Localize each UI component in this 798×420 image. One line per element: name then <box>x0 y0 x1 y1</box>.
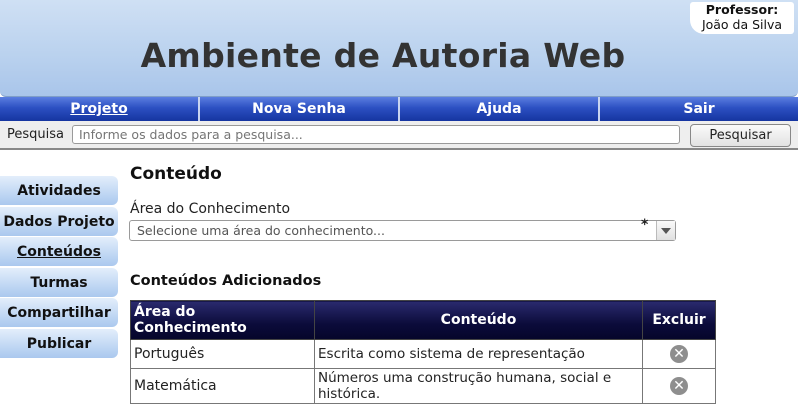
search-input[interactable] <box>72 125 680 144</box>
cell-content: Escrita como sistema de representação <box>314 339 643 369</box>
app-header: Ambiente de Autoria Web Professor: João … <box>0 0 798 97</box>
cell-area: Português <box>130 339 315 369</box>
column-header-content: Conteúdo <box>314 300 643 340</box>
table-row: Português Escrita como sistema de repres… <box>130 339 716 369</box>
sidebar-item-turmas[interactable]: Turmas <box>0 267 118 297</box>
cell-content: Números uma construção humana, social e … <box>314 368 643 404</box>
cell-area: Matemática <box>130 368 315 404</box>
column-header-area: Área do Conhecimento <box>130 300 315 340</box>
nav-item-nova-senha[interactable]: Nova Senha <box>200 97 400 121</box>
main-nav: Projeto Nova Senha Ajuda Sair <box>0 97 798 121</box>
search-label: Pesquisa <box>7 127 64 142</box>
section-title: Conteúdos Adicionados <box>130 273 322 289</box>
nav-item-sair[interactable]: Sair <box>600 97 798 121</box>
nav-item-projeto[interactable]: Projeto <box>0 97 200 121</box>
contents-table: Área do Conhecimento Conteúdo Excluir Po… <box>130 300 716 404</box>
professor-badge: Professor: João da Silva <box>690 2 794 34</box>
table-row: Matemática Números uma construção humana… <box>130 368 716 404</box>
area-select-value: Selecione uma área do conhecimento... <box>137 223 385 238</box>
page-title: Conteúdo <box>130 164 222 184</box>
required-marker: * <box>641 217 649 233</box>
sidebar-item-conteudos[interactable]: Conteúdos <box>0 237 118 267</box>
search-bar: Pesquisa Pesquisar <box>0 121 798 150</box>
nav-item-ajuda[interactable]: Ajuda <box>400 97 600 121</box>
search-button[interactable]: Pesquisar <box>690 124 791 147</box>
delete-icon[interactable]: ✕ <box>670 377 688 395</box>
column-header-delete: Excluir <box>642 300 716 340</box>
app-title: Ambiente de Autoria Web <box>140 36 626 75</box>
sidebar-item-atividades[interactable]: Atividades <box>0 176 118 205</box>
professor-label: Professor: <box>705 2 779 17</box>
area-field-label: Área do Conhecimento <box>130 201 291 217</box>
table-header-row: Área do Conhecimento Conteúdo Excluir <box>130 300 716 340</box>
cell-delete: ✕ <box>642 339 716 369</box>
sidebar-item-compartilhar[interactable]: Compartilhar <box>0 298 118 328</box>
area-select[interactable]: Selecione uma área do conhecimento... * <box>129 217 676 241</box>
sidebar-item-dados-projeto[interactable]: Dados Projeto <box>0 206 118 236</box>
professor-name: João da Silva <box>701 17 783 32</box>
sidebar-item-publicar[interactable]: Publicar <box>0 328 118 358</box>
sidebar: Atividades Dados Projeto Conteúdos Turma… <box>0 176 120 360</box>
delete-icon[interactable]: ✕ <box>670 345 688 363</box>
cell-delete: ✕ <box>642 368 716 404</box>
chevron-down-icon[interactable] <box>656 221 675 240</box>
